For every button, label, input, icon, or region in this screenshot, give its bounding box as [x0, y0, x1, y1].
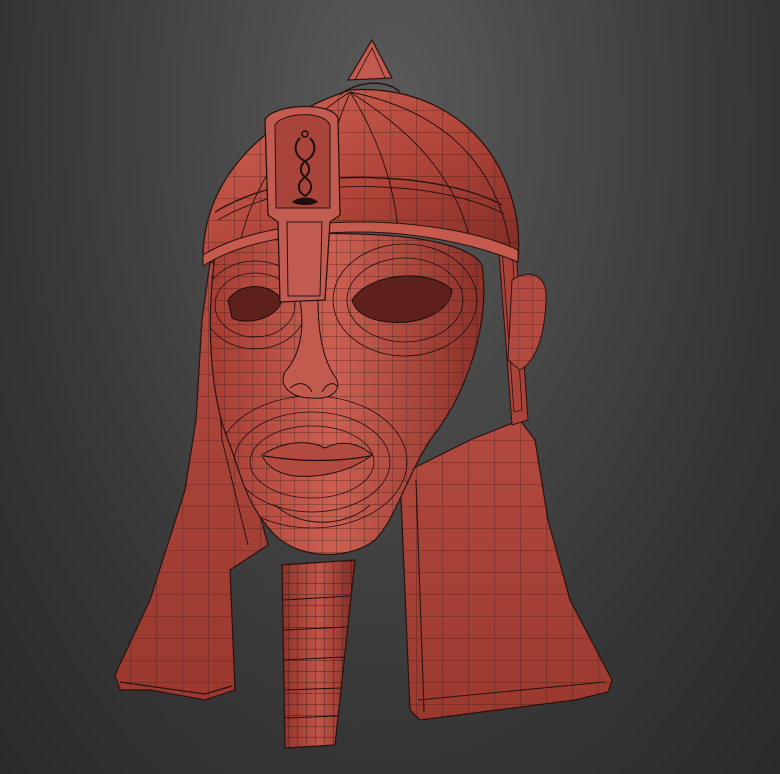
model-render: [114, 38, 613, 749]
3d-viewport[interactable]: [0, 0, 780, 774]
helmet-spike: [339, 38, 401, 96]
ear: [507, 273, 547, 371]
neck-cone: [281, 559, 356, 749]
